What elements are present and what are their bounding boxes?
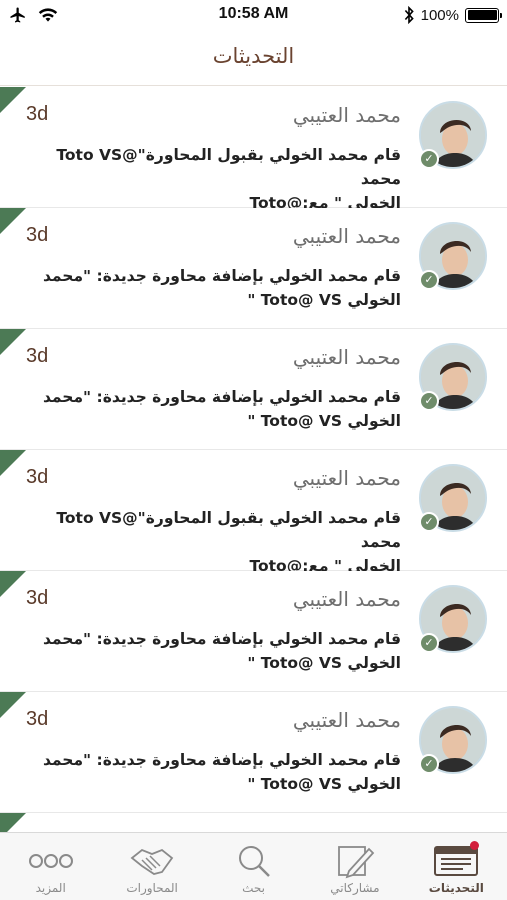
unread-corner-marker [0,450,26,476]
tab-bar: المزيد المحاورات بحث مشاركاتي التحديثات [0,832,507,900]
unread-corner-marker [0,87,26,113]
unread-corner-marker [0,208,26,234]
tab-label: التحديثات [428,881,484,895]
update-card[interactable]: 3d محمد العتيبي قام محمد الخولي بإضافة م… [0,329,507,450]
update-message: قام محمد الخولي بقبول المحاورة"@Toto VS … [21,506,401,578]
user-name[interactable]: محمد العتيبي [293,587,401,611]
update-age: 3d [26,103,49,125]
verified-check-icon: ✓ [419,391,439,411]
tab-my-posts[interactable]: مشاركاتي [304,833,405,900]
updates-feed[interactable]: 3d محمد العتيبي قام محمد الخولي بقبول ال… [0,87,507,832]
battery-fill [467,10,497,20]
notification-badge [469,841,479,850]
update-card[interactable]: 3d محمد العتيبي قام محمد الخولي بقبول ال… [0,87,507,212]
pen-icon [335,843,375,879]
update-message-line: الخولي Toto@ VS " [247,412,401,430]
status-bar: 10:58 AM 100% [0,0,507,32]
update-card[interactable]: 3d محمد العتيبي قام محمد الخولي بإضافة م… [0,208,507,329]
update-message-line: الخولي Toto@ VS " [247,775,401,793]
update-age: 3d [26,224,49,246]
update-card[interactable]: 3d محمد العتيبي قام محمد الخولي بإضافة م… [0,571,507,692]
update-age: 3d [26,587,49,609]
more-icon [28,843,74,879]
bluetooth-icon [404,6,414,24]
update-message: قام محمد الخولي بإضافة محاورة جديدة: "مح… [21,748,401,796]
search-icon [236,843,272,879]
battery-percent: 100% [420,6,459,24]
unread-corner-marker [0,571,26,597]
verified-check-icon: ✓ [419,633,439,653]
update-message-line: قام محمد الخولي بإضافة محاورة جديدة: "مح… [42,630,401,648]
update-age: 3d [26,708,49,730]
update-card-partial[interactable] [0,813,507,832]
header: التحديثات [0,32,507,86]
update-message: قام محمد الخولي بإضافة محاورة جديدة: "مح… [21,385,401,433]
update-card[interactable]: 3d محمد العتيبي قام محمد الخولي بقبول ال… [0,450,507,575]
update-message-line: قام محمد الخولي بقبول المحاورة"@Toto VS … [56,509,401,551]
update-message-line: قام محمد الخولي بقبول المحاورة"@Toto VS … [56,146,401,188]
update-message: قام محمد الخولي بإضافة محاورة جديدة: "مح… [21,627,401,675]
tab-more[interactable]: المزيد [0,833,101,900]
tab-search[interactable]: بحث [203,833,304,900]
tab-label: المحاورات [126,881,178,895]
user-name[interactable]: محمد العتيبي [293,103,401,127]
verified-check-icon: ✓ [419,149,439,169]
update-message: قام محمد الخولي بإضافة محاورة جديدة: "مح… [21,264,401,312]
unread-corner-marker [0,692,26,718]
tab-debates[interactable]: المحاورات [101,833,202,900]
user-name[interactable]: محمد العتيبي [293,224,401,248]
tab-label: مشاركاتي [330,881,380,895]
update-message-line: قام محمد الخولي بإضافة محاورة جديدة: "مح… [42,388,401,406]
update-message: قام محمد الخولي بقبول المحاورة"@Toto VS … [21,143,401,215]
verified-check-icon: ✓ [419,270,439,290]
battery-icon [465,7,502,23]
user-name[interactable]: محمد العتيبي [293,708,401,732]
handshake-icon [128,843,176,879]
unread-corner-marker [0,813,26,832]
user-name[interactable]: محمد العتيبي [293,466,401,490]
status-right: 100% [403,6,502,24]
verified-check-icon: ✓ [419,512,439,532]
update-card[interactable]: 3d محمد العتيبي قام محمد الخولي بإضافة م… [0,692,507,813]
verified-check-icon: ✓ [419,754,439,774]
unread-corner-marker [0,329,26,355]
update-message-line: قام محمد الخولي بإضافة محاورة جديدة: "مح… [42,267,401,285]
update-message-line: الخولي Toto@ VS " [247,654,401,672]
tab-updates[interactable]: التحديثات [406,833,507,900]
tab-label: بحث [242,881,265,895]
tab-label: المزيد [35,881,66,895]
user-name[interactable]: محمد العتيبي [293,345,401,369]
update-age: 3d [26,345,49,367]
update-message-line: الخولي Toto@ VS " [247,291,401,309]
page-title: التحديثات [212,44,295,68]
update-message-line: قام محمد الخولي بإضافة محاورة جديدة: "مح… [42,751,401,769]
update-age: 3d [26,466,49,488]
